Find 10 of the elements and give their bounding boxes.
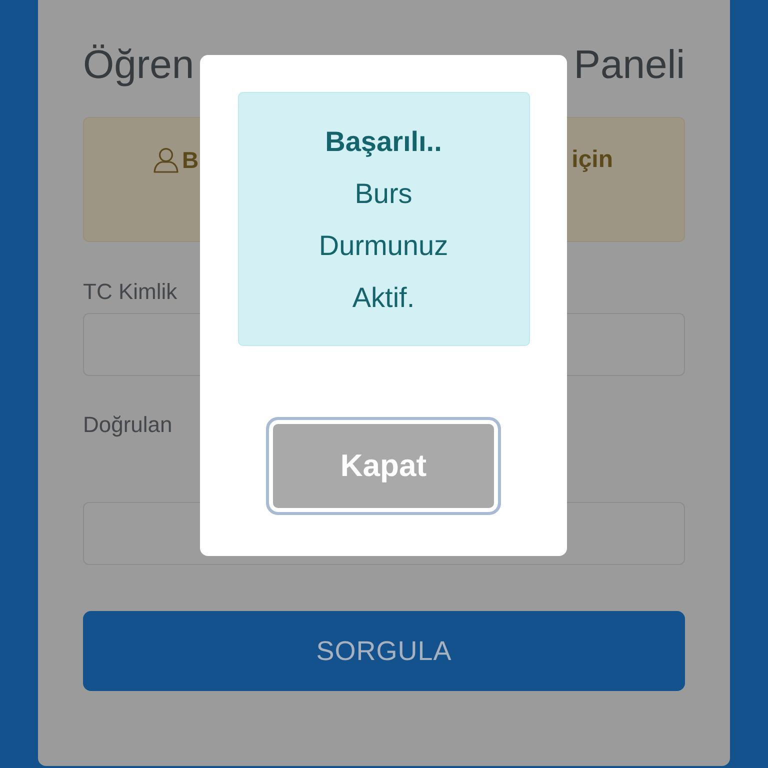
panel-title: Paneli [574, 42, 685, 89]
notice-text: B [182, 146, 199, 175]
notice-text: için [572, 145, 613, 175]
user-icon [153, 147, 179, 173]
alert-message: Başarılı.. Burs Durmunuz Aktif. [318, 125, 450, 315]
panel-title: Öğren [83, 42, 194, 89]
field-label: Doğrulan [83, 411, 172, 439]
query-button[interactable]: SORGULA [83, 611, 685, 691]
close-button[interactable]: Kapat [266, 417, 501, 515]
field-label: TC Kimlik [83, 278, 178, 306]
